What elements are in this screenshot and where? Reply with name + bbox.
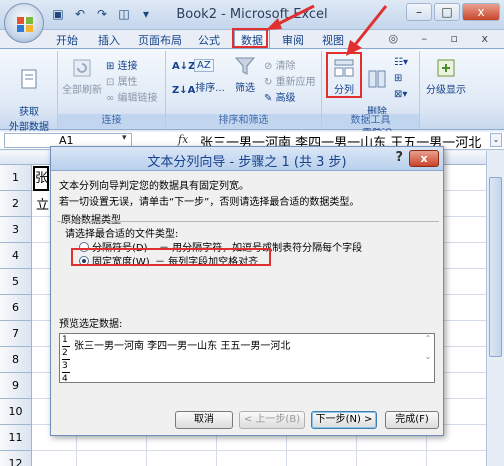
filter-button[interactable]: 筛选 [228,55,262,94]
title-bar: ▣ ↶ ↷ ◫ ▾ Book2 - Microsoft Excel – □ x [0,0,504,43]
group-connections-label: 连接 [58,114,165,128]
row-header[interactable]: 12 [0,451,32,466]
close-button[interactable]: x [462,3,500,21]
window-controls: – □ x [406,3,500,21]
ribbon-right-icons[interactable]: ◎ – ▫ x [388,32,498,45]
row-header[interactable]: 2 [0,191,32,217]
dialog-title-bar: 文本分列向导 - 步骤之 1 (共 3 步) ? x [51,147,443,171]
tab-home[interactable]: 开始 [56,32,78,48]
row-header[interactable]: 10 [0,399,32,425]
group-get-external: 获取 外部数据 [0,51,58,133]
group-sort-filter-label: 排序和筛选 [166,114,321,128]
text-to-columns-highlight [326,52,362,98]
clear-filter-button[interactable]: ⊘ 清除 [264,57,296,72]
outline-button[interactable]: 分级显示 [424,57,468,96]
intro-line-2: 若一切设置无误，请单击“下一步”，否则请选择最合适的数据类型。 [59,197,360,208]
office-button[interactable] [4,3,44,43]
help-button[interactable]: ? [395,150,403,165]
choose-type-label: 请选择最合适的文件类型: [65,229,179,240]
what-if-icon[interactable]: ⊠▾ [394,89,407,100]
get-external-data-button[interactable]: 获取 外部数据 [6,57,52,133]
consolidate-icon[interactable]: ⊞ [394,73,402,84]
group-sort-filter: A↓Z AZ Z↓A 排序... 筛选 ⊘ 清除 ↻ 重新应用 ✎ 高级 排序和… [166,51,322,129]
preview-scroll-icon[interactable]: ⌃ ⌄ [422,334,434,382]
row-header[interactable]: 3 [0,217,32,243]
properties-button[interactable]: ⊡ 属性 [106,73,138,88]
text-import-wizard-dialog: 文本分列向导 - 步骤之 1 (共 3 步) ? x 文本分列向导判定您的数据具… [50,146,444,436]
tab-review[interactable]: 审阅 [282,32,304,48]
row-header[interactable]: 7 [0,321,32,347]
filter-icon [234,57,256,75]
refresh-icon [73,59,91,77]
sort-az-button[interactable]: AZ [194,59,214,72]
sort-asc-button[interactable]: A↓Z [172,61,195,72]
group-outline: 分级显示 [420,51,504,129]
fixed-width-highlight [71,248,271,266]
advanced-filter-button[interactable]: ✎ 高级 [264,89,296,104]
row-header[interactable]: 4 [0,243,32,269]
edit-links-button[interactable]: ∞ 编辑链接 [106,89,158,104]
cell-a2[interactable]: 立 [36,194,49,213]
preview-row-1: 张三一男一河南 李四一男一山东 王五一男一河北 [74,341,291,352]
finish-button[interactable]: 完成(F) [385,411,439,429]
reapply-button[interactable]: ↻ 重新应用 [264,73,316,88]
sort-button[interactable]: 排序... [192,79,228,94]
row-header[interactable]: 8 [0,347,32,373]
expand-formula-bar-icon[interactable]: ⌄ [490,133,502,147]
tab-formulas[interactable]: 公式 [198,32,220,48]
preview-line-numbers: 1 2 3 4 [62,334,72,382]
office-logo-icon [17,17,33,32]
refresh-all-button[interactable]: 全部刷新 [62,57,102,96]
get-external-data-icon [21,69,37,89]
row-header[interactable]: 6 [0,295,32,321]
group-data-tools-label: 数据工具 [322,114,419,128]
cell-a1[interactable]: 张 [33,166,49,191]
intro-line-1: 文本分列向导判定您的数据具有固定列宽。 [59,181,249,192]
row-header[interactable]: 1 [0,165,32,191]
group-connections: 全部刷新 ⊞ 连接 ⊡ 属性 ∞ 编辑链接 连接 [58,51,166,129]
tab-insert[interactable]: 插入 [98,32,120,48]
minimize-button[interactable]: – [406,3,432,21]
next-button[interactable]: 下一步(N) > [311,411,377,429]
ribbon: 获取 外部数据 全部刷新 ⊞ 连接 ⊡ 属性 ∞ 编辑链接 连接 A↓Z AZ … [0,48,504,133]
outline-icon [437,59,455,77]
fx-icon[interactable]: fx [178,133,188,146]
vertical-scrollbar[interactable] [486,151,504,466]
maximize-button[interactable]: □ [434,3,460,21]
row-header[interactable]: 5 [0,269,32,295]
data-validation-icon[interactable]: ☷▾ [394,57,408,68]
connections-button[interactable]: ⊞ 连接 [106,57,138,72]
dialog-title: 文本分列向导 - 步骤之 1 (共 3 步) [147,155,347,170]
scrollbar-thumb[interactable] [489,177,502,357]
arrow-to-text-to-columns-icon [346,5,388,56]
data-preview-box[interactable]: 1 2 3 4 张三一男一河南 李四一男一山东 王五一男一河北 ⌃ ⌄ [59,333,435,383]
tab-page-layout[interactable]: 页面布局 [138,32,182,48]
gridline [32,450,486,451]
row-header[interactable]: 9 [0,373,32,399]
row-header[interactable]: 11 [0,425,32,451]
preview-label: 预览选定数据: [59,319,123,330]
dialog-close-button[interactable]: x [409,150,439,167]
remove-duplicates-icon [368,70,386,88]
cancel-button[interactable]: 取消 [175,411,233,429]
back-button[interactable]: < 上一步(B) [239,411,305,429]
name-box-dropdown-icon[interactable]: ▾ [122,133,127,143]
arrow-to-data-tab-icon [266,4,315,30]
